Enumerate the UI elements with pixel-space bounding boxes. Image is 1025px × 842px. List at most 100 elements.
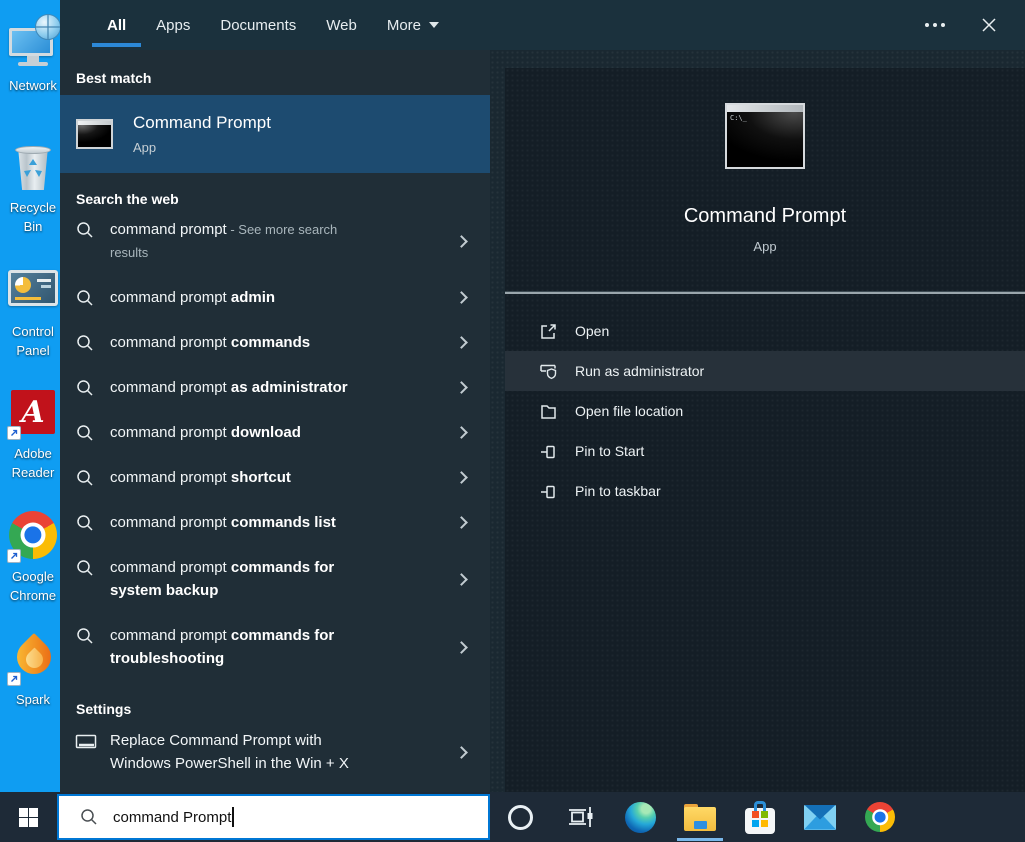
chevron-right-icon xyxy=(455,640,468,654)
web-suggestion[interactable]: command prompt - See more search results xyxy=(60,207,490,275)
action-pin-to-start[interactable]: Pin to Start xyxy=(505,431,1025,471)
open-icon xyxy=(541,323,556,339)
desktop-icon-recycle-bin[interactable]: Recycle Bin xyxy=(0,136,66,236)
chevron-right-icon xyxy=(455,234,468,248)
desktop-icon-label: Google Chrome xyxy=(9,569,57,603)
settings-result[interactable]: Replace Command Prompt with Windows Powe… xyxy=(60,719,490,785)
desktop-icon-label: Control Panel xyxy=(12,324,54,358)
file-explorer-button[interactable] xyxy=(670,792,730,842)
web-suggestion[interactable]: command prompt commands list xyxy=(60,500,490,545)
web-suggestion[interactable]: command prompt commands xyxy=(60,320,490,365)
divider xyxy=(505,292,1025,294)
chevron-right-icon xyxy=(455,381,468,394)
settings-result-label: Replace Command Prompt with Windows Powe… xyxy=(110,732,349,772)
tab-all[interactable]: All xyxy=(92,0,142,50)
web-suggestion[interactable]: command prompt as administrator xyxy=(60,365,490,410)
chevron-right-icon xyxy=(455,572,468,586)
best-match-header: Best match xyxy=(76,70,152,86)
tab-documents[interactable]: Documents xyxy=(205,0,311,50)
command-prompt-icon xyxy=(76,119,113,149)
task-view-button[interactable] xyxy=(550,792,610,842)
desktop-icon-label: Adobe Reader xyxy=(11,446,55,480)
chrome-icon xyxy=(865,802,895,832)
search-icon xyxy=(77,290,93,306)
context-actions: Open Run as administrator Open file loca… xyxy=(505,311,1025,511)
task-view-icon xyxy=(569,807,593,827)
action-open[interactable]: Open xyxy=(505,311,1025,351)
chevron-right-icon xyxy=(455,336,468,349)
preview-subtitle: App xyxy=(753,239,777,254)
web-suggestion[interactable]: command prompt admin xyxy=(60,275,490,320)
action-pin-to-taskbar[interactable]: Pin to taskbar xyxy=(505,471,1025,511)
desktop-icon-label: Recycle Bin xyxy=(9,200,57,234)
spark-flame-icon xyxy=(5,628,61,686)
desktop-icon-adobe-reader[interactable]: A Adobe Reader xyxy=(0,382,66,482)
desktop-icon-google-chrome[interactable]: Google Chrome xyxy=(0,505,66,605)
settings-header: Settings xyxy=(76,701,132,717)
close-button[interactable] xyxy=(975,11,1003,39)
search-icon xyxy=(81,809,97,825)
desktop-icon-spark[interactable]: Spark xyxy=(0,628,66,709)
taskbar: command Prompt xyxy=(0,792,1025,842)
best-match-result[interactable]: Command Prompt App xyxy=(60,95,490,173)
action-run-as-administrator[interactable]: Run as administrator xyxy=(505,351,1025,391)
preview-region: C:\_ Command Prompt App Open Run as admi… xyxy=(490,50,1025,792)
tab-web[interactable]: Web xyxy=(311,0,372,50)
search-icon xyxy=(77,470,93,486)
command-prompt-icon-large: C:\_ xyxy=(725,103,805,169)
cortana-button[interactable] xyxy=(490,792,550,842)
search-icon xyxy=(77,560,93,576)
shortcut-arrow-icon xyxy=(7,672,21,686)
web-suggestion[interactable]: command prompt shortcut xyxy=(60,455,490,500)
action-open-file-location[interactable]: Open file location xyxy=(505,391,1025,431)
edge-button[interactable] xyxy=(610,792,670,842)
folder-location-icon xyxy=(541,404,556,419)
chevron-right-icon xyxy=(455,426,468,439)
search-icon xyxy=(77,425,93,441)
mail-button[interactable] xyxy=(790,792,850,842)
taskbar-search-box[interactable]: command Prompt xyxy=(57,794,490,840)
chevron-down-icon xyxy=(429,22,440,28)
chevron-right-icon xyxy=(455,291,468,304)
control-panel-icon xyxy=(5,260,61,318)
shortcut-arrow-icon xyxy=(7,426,21,440)
search-input[interactable]: command Prompt xyxy=(113,809,231,826)
tab-apps[interactable]: Apps xyxy=(141,0,205,50)
cortana-icon xyxy=(507,804,533,830)
desktop-icon-label: Network xyxy=(9,78,57,93)
chevron-right-icon xyxy=(455,471,468,484)
pin-icon xyxy=(541,445,555,458)
windows-logo-icon xyxy=(19,807,38,827)
desktop-icon-network[interactable]: Network xyxy=(0,14,66,95)
chrome-icon xyxy=(5,505,61,563)
search-icon xyxy=(77,380,93,396)
text-cursor xyxy=(232,807,235,827)
chrome-button[interactable] xyxy=(850,792,910,842)
preview-title: Command Prompt xyxy=(683,205,847,227)
web-suggestion[interactable]: command prompt download xyxy=(60,410,490,455)
results-list: Best match Command Prompt App Search the… xyxy=(60,50,490,792)
web-suggestion[interactable]: command prompt commands for system backu… xyxy=(60,545,490,613)
best-match-subtitle: App xyxy=(133,140,157,155)
web-suggestion[interactable]: command prompt commands for troubleshoot… xyxy=(60,613,490,681)
start-button[interactable] xyxy=(0,792,57,842)
search-icon xyxy=(77,335,93,351)
adobe-reader-icon: A xyxy=(5,382,61,440)
close-icon xyxy=(982,18,996,32)
mail-icon xyxy=(804,804,836,830)
chevron-right-icon xyxy=(455,745,468,759)
more-options-button[interactable] xyxy=(921,15,949,35)
search-icon xyxy=(77,515,93,531)
store-icon xyxy=(745,800,775,834)
chevron-right-icon xyxy=(455,516,468,529)
desktop-icon-control-panel[interactable]: Control Panel xyxy=(0,260,66,360)
preview-pane: C:\_ Command Prompt App Open Run as admi… xyxy=(505,68,1025,792)
pin-icon xyxy=(541,485,555,498)
recycle-arrows-icon xyxy=(24,159,42,177)
tab-more[interactable]: More xyxy=(372,0,454,50)
search-tab-bar: All Apps Documents Web More xyxy=(60,0,1025,50)
file-explorer-icon xyxy=(684,803,716,831)
search-icon xyxy=(77,628,93,644)
search-the-web-header: Search the web xyxy=(76,191,179,207)
store-button[interactable] xyxy=(730,792,790,842)
